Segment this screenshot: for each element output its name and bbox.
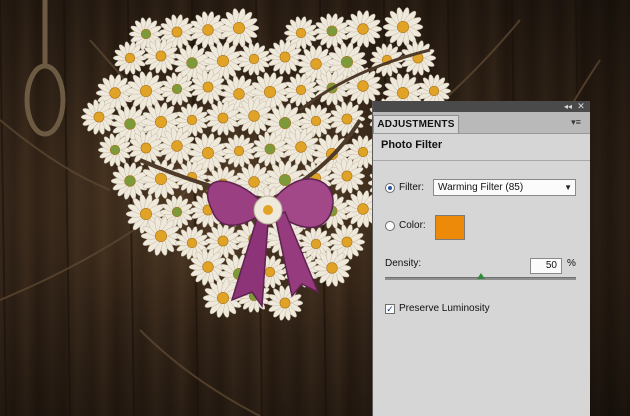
divider: [373, 160, 590, 161]
density-unit: %: [567, 258, 576, 269]
color-radio[interactable]: [385, 221, 395, 231]
panel-title-bar: ◂◂ ✕: [373, 101, 590, 112]
filter-label: Filter:: [399, 182, 424, 193]
check-icon: ✓: [386, 304, 394, 314]
filter-radio[interactable]: [385, 183, 395, 193]
adjustments-panel: ◂◂ ✕ ADJUSTMENTS ▾≡ Photo Filter Filter:…: [372, 101, 590, 416]
density-label: Density:: [385, 258, 422, 269]
color-label: Color:: [399, 220, 426, 231]
preserve-luminosity-checkbox[interactable]: ✓: [385, 304, 395, 314]
density-input[interactable]: 50: [530, 258, 562, 274]
collapse-icon[interactable]: ◂◂: [562, 101, 574, 112]
panel-tab-row: ADJUSTMENTS ▾≡: [373, 112, 590, 134]
filter-select-value: Warming Filter (85): [438, 182, 524, 193]
color-swatch[interactable]: [435, 215, 465, 240]
preserve-luminosity-label: Preserve Luminosity: [399, 303, 490, 314]
page-title: Photo Filter: [381, 139, 443, 151]
close-icon[interactable]: ✕: [575, 101, 587, 112]
tab-adjustments[interactable]: ADJUSTMENTS: [373, 115, 459, 133]
slider-handle-icon[interactable]: [476, 273, 485, 279]
filter-select[interactable]: Warming Filter (85) ▼: [433, 179, 576, 196]
dropdown-arrow-icon: ▼: [564, 183, 572, 192]
panel-menu-icon[interactable]: ▾≡: [568, 117, 584, 128]
